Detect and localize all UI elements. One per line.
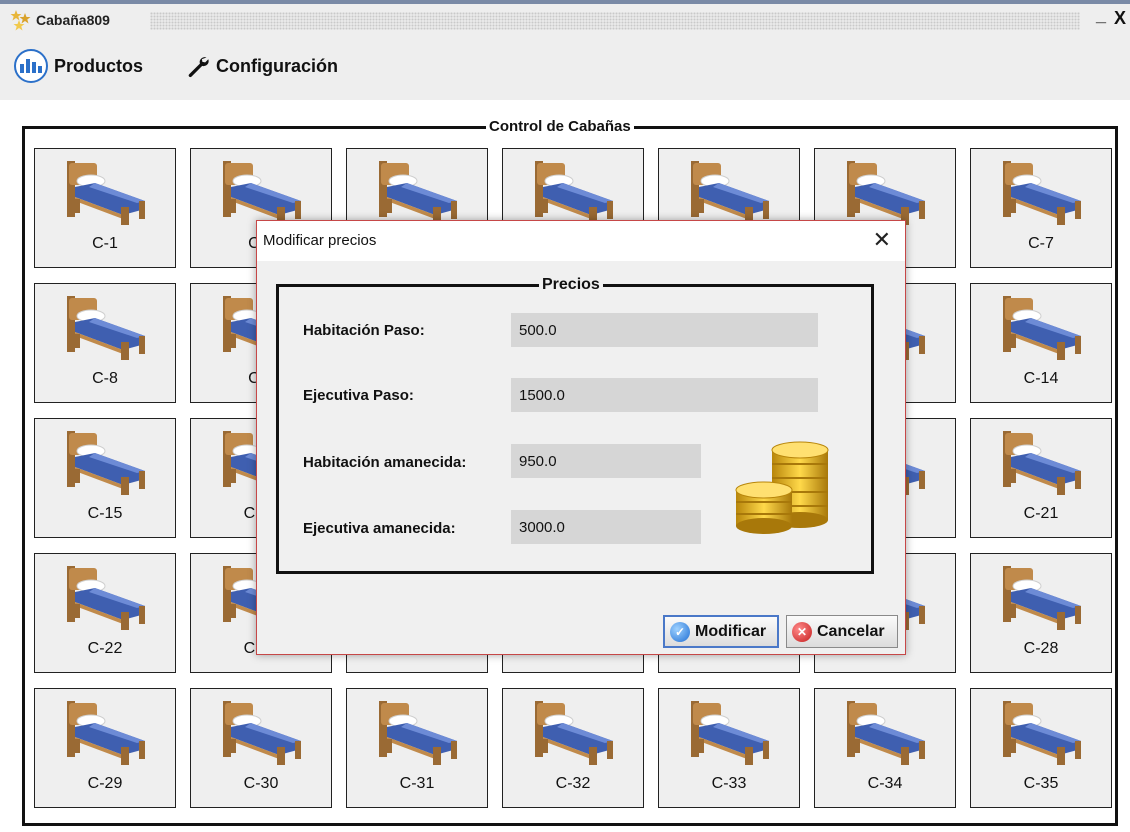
cabin-label: C-29 [87, 775, 123, 792]
cabin-button[interactable]: C-1 [34, 148, 176, 268]
menu-bar: Productos Configuración [0, 38, 1130, 100]
prices-group-title: Precios [539, 276, 603, 294]
cabin-label: C-21 [1023, 505, 1059, 522]
dialog-close-button[interactable]: ✕ [873, 227, 891, 253]
cabin-button[interactable]: C-29 [34, 688, 176, 808]
habitacion-paso-field[interactable] [511, 313, 818, 347]
window-title-bar: Cabaña809 _ X [0, 0, 1130, 38]
title-bar-pattern [150, 12, 1080, 30]
cabin-button[interactable]: C-28 [970, 553, 1112, 673]
cabin-label: C-34 [867, 775, 903, 792]
ejecutiva-paso-label: Ejecutiva Paso: [303, 387, 414, 404]
bed-icon [1003, 566, 1081, 630]
cabin-button[interactable]: C-21 [970, 418, 1112, 538]
modificar-button-label: Modificar [695, 622, 767, 640]
close-window-button[interactable]: X [1114, 8, 1126, 29]
modificar-button[interactable]: ✓ Modificar [663, 615, 779, 648]
bed-icon [1003, 431, 1081, 495]
minimize-button[interactable]: _ [1096, 5, 1106, 26]
cancelar-button-label: Cancelar [817, 622, 885, 640]
cabin-button[interactable]: C-8 [34, 283, 176, 403]
menu-productos-label: Productos [54, 55, 144, 76]
cabin-label: C-14 [1023, 370, 1059, 387]
cabin-button[interactable]: C-34 [814, 688, 956, 808]
check-icon: ✓ [670, 621, 690, 642]
ejecutiva-paso-field[interactable] [511, 378, 818, 412]
cabin-label: C-28 [1023, 640, 1059, 657]
cabin-label: C-35 [1023, 775, 1059, 792]
bed-icon [67, 161, 145, 225]
ejecutiva-amanecida-label: Ejecutiva amanecida: [303, 520, 456, 537]
habitacion-amanecida-label: Habitación amanecida: [303, 454, 467, 471]
cabin-button[interactable]: C-33 [658, 688, 800, 808]
menu-configuracion-label: Configuración [216, 55, 338, 76]
cabin-button[interactable]: C-15 [34, 418, 176, 538]
bed-icon [67, 701, 145, 765]
ejecutiva-amanecida-field[interactable] [511, 510, 701, 544]
cabins-panel-title: Control de Cabañas [486, 118, 634, 135]
window-title: Cabaña809 [36, 12, 110, 28]
cabin-label: C-33 [711, 775, 747, 792]
cancel-icon: ✕ [792, 621, 812, 642]
cabin-label: C-7 [1028, 235, 1054, 252]
bed-icon [691, 701, 769, 765]
bed-icon [691, 161, 769, 225]
bed-icon [67, 566, 145, 630]
bed-icon [1003, 701, 1081, 765]
bed-icon [379, 161, 457, 225]
menu-productos[interactable]: Productos [14, 49, 144, 83]
habitacion-amanecida-field[interactable] [511, 444, 701, 478]
menu-configuracion[interactable]: Configuración [186, 50, 338, 82]
bed-icon [379, 701, 457, 765]
cabin-button[interactable]: C-35 [970, 688, 1112, 808]
cabin-label: C-22 [87, 640, 123, 657]
bed-icon [1003, 296, 1081, 360]
wrench-icon [188, 57, 209, 78]
bed-icon [535, 701, 613, 765]
cabin-label: C-8 [92, 370, 118, 387]
bed-icon [67, 431, 145, 495]
cabin-label: C-1 [92, 235, 118, 252]
cabin-label: C-32 [555, 775, 591, 792]
stars-icon [10, 10, 31, 31]
bed-icon [67, 296, 145, 360]
cabin-button[interactable]: C-7 [970, 148, 1112, 268]
bed-icon [1003, 161, 1081, 225]
bed-icon [223, 701, 301, 765]
cabin-label: C-15 [87, 505, 123, 522]
dialog-title: Modificar precios [263, 232, 377, 249]
bed-icon [847, 701, 925, 765]
cabin-button[interactable]: C-31 [346, 688, 488, 808]
cabin-button[interactable]: C-32 [502, 688, 644, 808]
cancelar-button[interactable]: ✕ Cancelar [786, 615, 898, 648]
chart-circle-icon [14, 49, 48, 83]
modify-prices-dialog: Modificar precios ✕ Precios Habitación P… [256, 220, 906, 655]
bed-icon [847, 161, 925, 225]
bed-icon [223, 161, 301, 225]
cabin-button[interactable]: C-22 [34, 553, 176, 673]
cabin-label: C-30 [243, 775, 279, 792]
cabin-label: C-31 [399, 775, 435, 792]
dialog-header: Modificar precios ✕ [257, 221, 905, 261]
habitacion-paso-label: Habitación Paso: [303, 322, 425, 339]
cabin-button[interactable]: C-30 [190, 688, 332, 808]
gold-coins-icon [735, 441, 829, 534]
bed-icon [535, 161, 613, 225]
cabin-button[interactable]: C-14 [970, 283, 1112, 403]
